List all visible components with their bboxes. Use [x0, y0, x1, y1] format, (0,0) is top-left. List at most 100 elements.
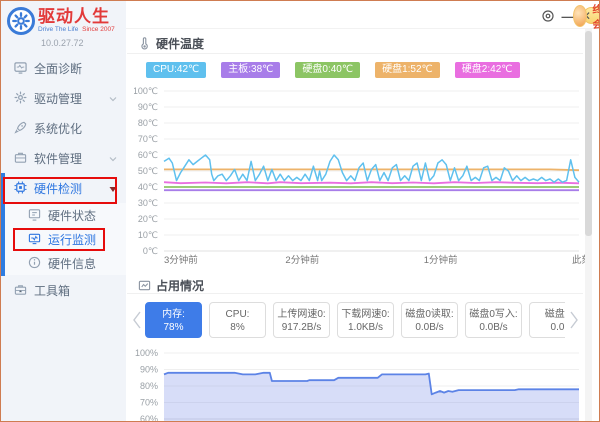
svg-text:80℃: 80℃ — [138, 118, 158, 128]
rocket-icon — [14, 121, 28, 135]
temp-badge-硬盘1[interactable]: 硬盘1:52℃ — [375, 62, 440, 78]
settings-gear-icon[interactable] — [539, 7, 557, 25]
sidebar-item-label: 硬件检测 — [34, 180, 82, 197]
sidebar-item-monitor[interactable]: 运行监测 — [1, 227, 126, 251]
toolbox-icon — [14, 283, 28, 297]
triangle-down-icon[interactable] — [108, 183, 118, 193]
usage-card-value: 78% — [146, 321, 201, 334]
app-version: 10.0.27.72 — [41, 38, 84, 48]
svg-text:60%: 60% — [140, 414, 158, 422]
app-window: 驱动人生 Drive The Life Since 2007 10.0.27.7… — [0, 0, 600, 422]
usage-card-value: 0.0B/s — [402, 321, 457, 334]
thermometer-icon — [138, 37, 151, 50]
sidebar-menu: 全面诊断驱动管理系统优化软件管理硬件检测硬件状态运行监测硬件信息工具箱 — [1, 53, 126, 305]
usage-card-0[interactable]: 内存:78% — [145, 302, 202, 338]
titlebar: 终身会员 V — ✕ — [126, 1, 599, 29]
temp-badge-硬盘2[interactable]: 硬盘2:42℃ — [455, 62, 520, 78]
sidebar-item-toolbox[interactable]: 工具箱 — [1, 275, 126, 305]
temp-badge-硬盘0[interactable]: 硬盘0:40℃ — [295, 62, 360, 78]
temperature-chart: 100℃90℃80℃70℃60℃50℃40℃30℃20℃10℃0℃3分钟前2分钟… — [134, 86, 594, 268]
usage-card-label: 上传网速0: — [274, 308, 329, 321]
sidebar-item-label: 系统优化 — [34, 120, 82, 137]
usage-cards-row: 内存:78%CPU:8%上传网速0:917.2B/s下载网速0:1.0KB/s磁… — [129, 299, 581, 341]
svg-text:80%: 80% — [140, 381, 158, 391]
sidebar-item-hw-status[interactable]: 硬件状态 — [1, 203, 126, 227]
svg-text:90%: 90% — [140, 365, 158, 375]
app-subtitle: Drive The Life — [38, 26, 78, 33]
sidebar-item-label: 软件管理 — [34, 150, 82, 167]
svg-text:20℃: 20℃ — [138, 214, 158, 224]
usage-card-value: 0.0B/s — [466, 321, 521, 334]
svg-text:40℃: 40℃ — [138, 182, 158, 192]
app-since: Since 2007 — [82, 26, 115, 33]
usage-title: 占用情况 — [156, 277, 204, 294]
app-logo: 驱动人生 Drive The Life Since 2007 — [7, 7, 115, 35]
usage-chart: 100% 90% 80% 70% 60% — [134, 346, 594, 422]
status-icon — [28, 208, 42, 222]
usage-card-5[interactable]: 磁盘0写入:0.0B/s — [465, 302, 522, 338]
usage-card-2[interactable]: 上传网速0:917.2B/s — [273, 302, 330, 338]
svg-text:2分钟前: 2分钟前 — [285, 254, 319, 266]
sidebar-item-label: 驱动管理 — [34, 90, 82, 107]
usage-card-4[interactable]: 磁盘0读取:0.0B/s — [401, 302, 458, 338]
svg-text:100%: 100% — [135, 348, 158, 358]
active-group-indicator — [1, 173, 5, 276]
scroll-left-button[interactable] — [129, 308, 143, 332]
usage-card-label: 磁盘1 — [530, 308, 565, 321]
app-title: 驱动人生 — [38, 7, 115, 26]
scroll-right-button[interactable] — [567, 308, 581, 332]
divider — [127, 53, 583, 54]
svg-text:70℃: 70℃ — [138, 134, 158, 144]
usage-cards-strip: 内存:78%CPU:8%上传网速0:917.2B/s下载网速0:1.0KB/s磁… — [145, 302, 565, 338]
usage-card-6[interactable]: 磁盘10.0 — [529, 302, 565, 338]
logo-gear-icon — [7, 7, 35, 35]
usage-card-value: 1.0KB/s — [338, 321, 393, 334]
sidebar-item-label: 全面诊断 — [34, 60, 82, 77]
svg-text:60℃: 60℃ — [138, 150, 158, 160]
svg-text:70%: 70% — [140, 398, 158, 408]
info-icon — [28, 256, 42, 270]
svg-text:3分钟前: 3分钟前 — [164, 254, 198, 266]
usage-card-3[interactable]: 下载网速0:1.0KB/s — [337, 302, 394, 338]
svg-text:10℃: 10℃ — [138, 230, 158, 240]
usage-card-label: 内存: — [146, 308, 201, 321]
usage-section-header: 占用情况 — [138, 277, 204, 294]
usage-card-label: 下载网速0: — [338, 308, 393, 321]
divider — [127, 293, 583, 294]
sidebar-item-label: 硬件状态 — [48, 207, 96, 224]
software-icon — [14, 151, 28, 165]
sidebar-item-software[interactable]: 软件管理 — [1, 143, 126, 173]
diagnosis-icon — [14, 61, 28, 75]
svg-text:100℃: 100℃ — [134, 86, 158, 96]
avatar[interactable] — [573, 5, 587, 27]
svg-text:0℃: 0℃ — [143, 246, 158, 256]
usage-card-label: CPU: — [210, 308, 265, 321]
temperature-title: 硬件温度 — [156, 35, 204, 52]
sidebar-item-label: 运行监测 — [48, 231, 96, 248]
temperature-legend: CPU:42℃ 主板:38℃ 硬盘0:40℃ 硬盘1:52℃ 硬盘2:42℃ — [146, 62, 520, 78]
sidebar-item-label: 硬件信息 — [48, 255, 96, 272]
usage-card-value: 917.2B/s — [274, 321, 329, 334]
sidebar-item-diagnosis[interactable]: 全面诊断 — [1, 53, 126, 83]
sidebar-item-hardware[interactable]: 硬件检测 — [1, 173, 126, 203]
sidebar-item-optimize[interactable]: 系统优化 — [1, 113, 126, 143]
sidebar: 驱动人生 Drive The Life Since 2007 10.0.27.7… — [1, 1, 126, 421]
scrollbar-thumb[interactable] — [585, 31, 592, 236]
usage-card-label: 磁盘0读取: — [402, 308, 457, 321]
member-label: 终身会员 — [593, 1, 600, 31]
temp-badge-CPU[interactable]: CPU:42℃ — [146, 62, 206, 78]
sidebar-item-driver[interactable]: 驱动管理 — [1, 83, 126, 113]
usage-card-label: 磁盘0写入: — [466, 308, 521, 321]
chevron-down-icon[interactable] — [108, 93, 118, 103]
sidebar-item-label: 工具箱 — [34, 282, 70, 299]
chevron-down-icon[interactable] — [108, 153, 118, 163]
usage-card-1[interactable]: CPU:8% — [209, 302, 266, 338]
gear-icon — [14, 91, 28, 105]
svg-text:90℃: 90℃ — [138, 102, 158, 112]
usage-card-value: 8% — [210, 321, 265, 334]
usage-card-value: 0.0 — [530, 321, 565, 334]
temp-badge-主板[interactable]: 主板:38℃ — [221, 62, 280, 78]
main-content: 硬件温度 CPU:42℃主板:38℃硬盘0:40℃硬盘1:52℃硬盘2:42℃ … — [126, 29, 599, 421]
svg-text:1分钟前: 1分钟前 — [424, 254, 458, 266]
sidebar-item-hw-info[interactable]: 硬件信息 — [1, 251, 126, 275]
